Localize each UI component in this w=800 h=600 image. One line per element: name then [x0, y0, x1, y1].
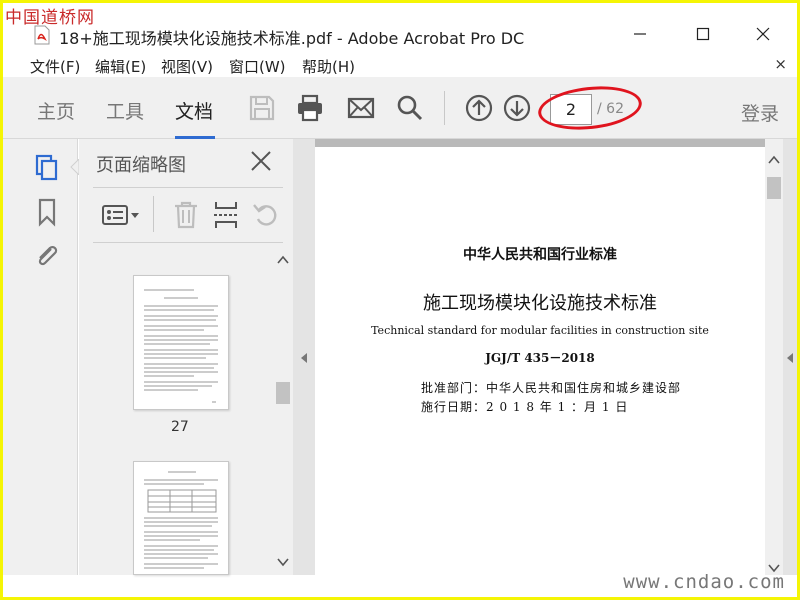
- menu-window[interactable]: 窗口(W): [229, 56, 286, 77]
- menu-view[interactable]: 视图(V): [161, 56, 213, 77]
- window-title: 18+施工现场模块化设施技术标准.pdf - Adobe Acrobat Pro…: [59, 29, 525, 48]
- active-panel-pointer: [70, 159, 79, 175]
- page-up-icon[interactable]: [464, 93, 494, 123]
- bookmark-icon[interactable]: [33, 197, 61, 227]
- scroll-down-icon[interactable]: [277, 557, 289, 567]
- login-button[interactable]: 登录: [741, 99, 779, 126]
- acrobat-icon: [34, 25, 50, 45]
- doc-title-cn: 施工现场模块化设施技术标准: [423, 293, 657, 314]
- title-bar: 中国道桥网 18+施工现场模块化设施技术标准.pdf - Adobe Acrob…: [3, 3, 797, 51]
- thumbnail-scrollbar[interactable]: [274, 247, 292, 573]
- save-icon[interactable]: [247, 93, 277, 123]
- expand-right-pane-icon[interactable]: [785, 352, 795, 364]
- page-thumbnail[interactable]: [133, 275, 229, 410]
- tab-document[interactable]: 文档: [175, 97, 213, 124]
- print-icon[interactable]: [295, 93, 325, 123]
- close-button[interactable]: [743, 21, 783, 47]
- doc-effective-date: 施行日期：2 0 1 8 年 1 ：月 1 日: [421, 400, 629, 414]
- page-down-icon[interactable]: [502, 93, 532, 123]
- search-icon[interactable]: [395, 93, 425, 123]
- scroll-up-icon[interactable]: [768, 155, 780, 165]
- page-thumbnail[interactable]: [133, 461, 229, 575]
- doc-title-en: Technical standard for modular facilitie…: [371, 324, 709, 337]
- toolbar-divider: [444, 91, 445, 125]
- panel-splitter[interactable]: [293, 139, 315, 575]
- tab-tools[interactable]: 工具: [106, 97, 144, 124]
- scrollbar-thumb[interactable]: [276, 382, 290, 404]
- scrollbar-thumb[interactable]: [767, 177, 781, 199]
- close-icon: [756, 27, 770, 41]
- collapse-left-icon[interactable]: [299, 352, 309, 364]
- insert-pages-icon[interactable]: [211, 200, 241, 230]
- right-pane-toggle[interactable]: [783, 139, 797, 575]
- doc-standard-type: 中华人民共和国行业标准: [463, 247, 617, 263]
- minimize-icon: [634, 33, 646, 35]
- tab-home[interactable]: 主页: [37, 97, 75, 124]
- menu-edit[interactable]: 编辑(E): [95, 56, 146, 77]
- navigation-rail: [3, 139, 79, 575]
- attachment-icon[interactable]: [33, 241, 61, 271]
- app-window: 中国道桥网 18+施工现场模块化设施技术标准.pdf - Adobe Acrob…: [3, 3, 797, 597]
- panel-toolbar: [93, 187, 283, 243]
- rotate-icon[interactable]: [251, 200, 281, 230]
- document-scrollbar[interactable]: [765, 139, 783, 575]
- menu-bar: 文件(F) 编辑(E) 视图(V) 窗口(W) 帮助(H) ×: [3, 51, 797, 77]
- maximize-icon: [696, 27, 710, 41]
- watermark-bottom: www.cndao.com: [623, 571, 785, 593]
- doc-approval-dept: 批准部门：中华人民共和国住房和城乡建设部: [421, 381, 682, 395]
- close-document-icon[interactable]: ×: [774, 55, 787, 73]
- panel-title: 页面缩略图: [96, 155, 186, 176]
- document-view: 中华人民共和国行业标准 施工现场模块化设施技术标准 Technical stan…: [315, 139, 797, 575]
- main-toolbar: 主页 工具 文档 2 / 62 登录: [3, 77, 797, 139]
- thumbnail-page-label: 27: [171, 419, 189, 435]
- thumbnail-panel: 页面缩略图 27: [79, 139, 293, 575]
- annotation-ellipse: [536, 81, 644, 135]
- panel-toolbar-divider: [153, 196, 154, 232]
- thumbnail-preview: [144, 471, 218, 569]
- menu-help[interactable]: 帮助(H): [302, 56, 355, 77]
- maximize-button[interactable]: [683, 21, 723, 47]
- close-panel-icon[interactable]: [249, 149, 273, 173]
- thumbnail-preview: [144, 289, 218, 403]
- menu-file[interactable]: 文件(F): [30, 56, 80, 77]
- options-icon[interactable]: [101, 200, 141, 230]
- scroll-up-icon[interactable]: [277, 255, 289, 265]
- email-icon[interactable]: [346, 93, 376, 123]
- doc-standard-code: JGJ/T 435－2018: [485, 351, 595, 365]
- document-page: 中华人民共和国行业标准 施工现场模块化设施技术标准 Technical stan…: [315, 147, 765, 575]
- minimize-button[interactable]: [620, 21, 660, 47]
- page-thumbnails-icon[interactable]: [33, 153, 61, 183]
- delete-icon[interactable]: [171, 200, 201, 230]
